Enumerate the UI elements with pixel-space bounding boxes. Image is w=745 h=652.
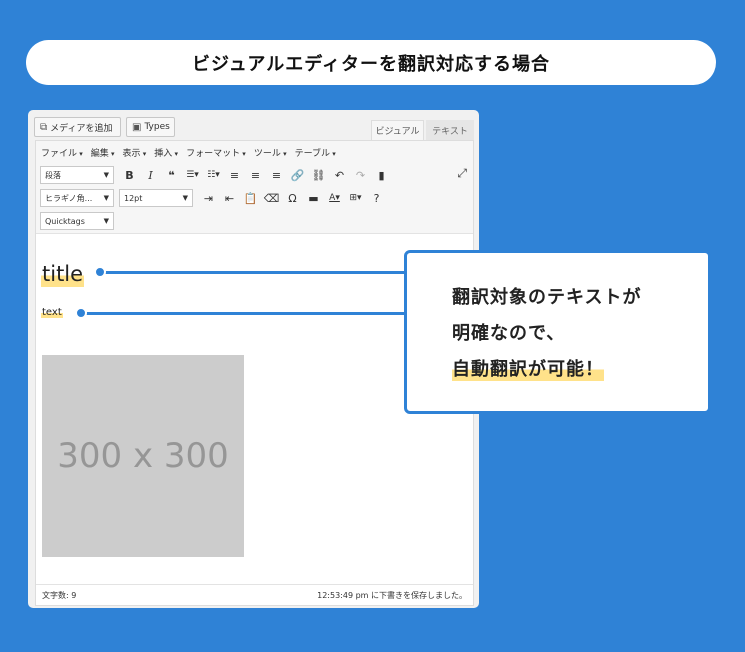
callout-line-2: 明確なので、 <box>452 323 566 344</box>
indent-icon[interactable]: ⇥ <box>198 192 219 205</box>
menu-table[interactable]: テーブル <box>295 146 336 159</box>
numbered-list-icon[interactable]: ☷▾ <box>203 170 224 180</box>
media-icon: ⧉ <box>40 121 48 133</box>
word-count: 文字数: 9 <box>42 590 77 600</box>
editor-topbar: ⧉ メディアを追加 ▣ Types ビジュアル テキスト <box>28 110 479 140</box>
bullet-list-icon[interactable]: ☰▾ <box>182 170 203 180</box>
quicktags-select[interactable]: Quicktags ▼ <box>40 212 114 230</box>
save-status: 12:53:49 pm に下書きを保存しました。 <box>317 590 467 600</box>
paste-icon[interactable]: 📋 <box>240 192 261 205</box>
connector-dot-text <box>75 307 87 319</box>
callout-line-3: 自動翻訳が可能！ <box>452 355 604 381</box>
toolbar-row-1: 段落 ▼ B I ❝ ☰▾ ☷▾ ≡ ≡ ≡ 🔗 ⛓ ↶ ↷ ▮ <box>40 165 392 185</box>
status-bar: 文字数: 9 12:53:49 pm に下書きを保存しました。 <box>36 584 473 605</box>
undo-icon[interactable]: ↶ <box>329 169 350 182</box>
tab-visual[interactable]: ビジュアル <box>371 120 424 140</box>
help-icon[interactable]: ? <box>366 192 387 205</box>
types-icon: ▣ <box>132 121 142 133</box>
quicktags-value: Quicktags <box>45 216 85 226</box>
page-banner: ビジュアルエディターを翻訳対応する場合 <box>26 40 716 85</box>
toolbar-row-3: Quicktags ▼ <box>40 211 119 231</box>
image-placeholder-label: 300 x 300 <box>57 436 229 476</box>
callout-line-1: 翻訳対象のテキストが <box>452 287 642 308</box>
tab-text[interactable]: テキスト <box>426 120 474 140</box>
content-text[interactable]: text <box>41 307 63 318</box>
quote-icon[interactable]: ❝ <box>161 169 182 182</box>
italic-icon[interactable]: I <box>140 169 161 182</box>
connector-title <box>100 271 406 274</box>
chart-icon[interactable]: ▮ <box>371 169 392 182</box>
content-title[interactable]: title <box>41 261 85 287</box>
redo-icon[interactable]: ↷ <box>350 169 371 182</box>
chevron-down-icon: ▼ <box>182 194 188 202</box>
align-center-icon[interactable]: ≡ <box>245 169 266 182</box>
size-select-value: 12pt <box>124 193 143 203</box>
types-button[interactable]: ▣ Types <box>126 117 175 137</box>
add-media-button[interactable]: ⧉ メディアを追加 <box>34 117 121 137</box>
menu-format[interactable]: フォーマット <box>186 146 246 159</box>
expand-icon[interactable]: ⤢ <box>457 166 467 181</box>
menu-tools[interactable]: ツール <box>254 146 287 159</box>
banner-title: ビジュアルエディターを翻訳対応する場合 <box>192 53 550 75</box>
connector-dot-title <box>94 266 106 278</box>
tab-visual-label: ビジュアル <box>375 127 420 137</box>
image-placeholder[interactable]: 300 x 300 <box>42 355 244 557</box>
clear-format-icon[interactable]: ⌫ <box>261 192 282 205</box>
font-select-value: ヒラギノ角... <box>45 193 93 203</box>
align-left-icon[interactable]: ≡ <box>224 169 245 182</box>
outdent-icon[interactable]: ⇤ <box>219 192 240 205</box>
format-select[interactable]: 段落 ▼ <box>40 166 114 184</box>
connector-text <box>81 312 406 315</box>
hr-icon[interactable]: ▬ <box>303 192 324 205</box>
menu-file[interactable]: ファイル <box>41 146 83 159</box>
menubar: ファイル 編集 表示 挿入 フォーマット ツール テーブル <box>36 141 473 163</box>
menu-edit[interactable]: 編集 <box>91 146 115 159</box>
font-family-select[interactable]: ヒラギノ角... ▼ <box>40 189 114 207</box>
add-media-label: メディアを追加 <box>50 123 113 134</box>
chevron-down-icon: ▼ <box>103 171 109 179</box>
toolbar: 段落 ▼ B I ❝ ☰▾ ☷▾ ≡ ≡ ≡ 🔗 ⛓ ↶ ↷ ▮ ⤢ ヒラギノ角.… <box>36 163 473 234</box>
table-icon[interactable]: ⊞▾ <box>345 193 366 203</box>
callout-box: 翻訳対象のテキストが 明確なので、 自動翻訳が可能！ <box>404 250 711 414</box>
chevron-down-icon: ▼ <box>103 194 109 202</box>
unlink-icon[interactable]: ⛓ <box>308 169 329 182</box>
bold-icon[interactable]: B <box>119 169 140 182</box>
chevron-down-icon: ▼ <box>103 217 109 225</box>
omega-icon[interactable]: Ω <box>282 192 303 205</box>
types-label: Types <box>144 122 170 132</box>
format-select-value: 段落 <box>45 170 61 180</box>
tab-text-label: テキスト <box>432 126 468 137</box>
font-size-select[interactable]: 12pt ▼ <box>119 189 193 207</box>
toolbar-row-2: ヒラギノ角... ▼ 12pt ▼ ⇥ ⇤ 📋 ⌫ Ω ▬ A▾ ⊞▾ ? <box>40 188 387 208</box>
align-right-icon[interactable]: ≡ <box>266 169 287 182</box>
link-icon[interactable]: 🔗 <box>287 169 308 182</box>
menu-view[interactable]: 表示 <box>123 146 147 159</box>
menu-insert[interactable]: 挿入 <box>154 146 178 159</box>
text-color-icon[interactable]: A▾ <box>324 193 345 203</box>
